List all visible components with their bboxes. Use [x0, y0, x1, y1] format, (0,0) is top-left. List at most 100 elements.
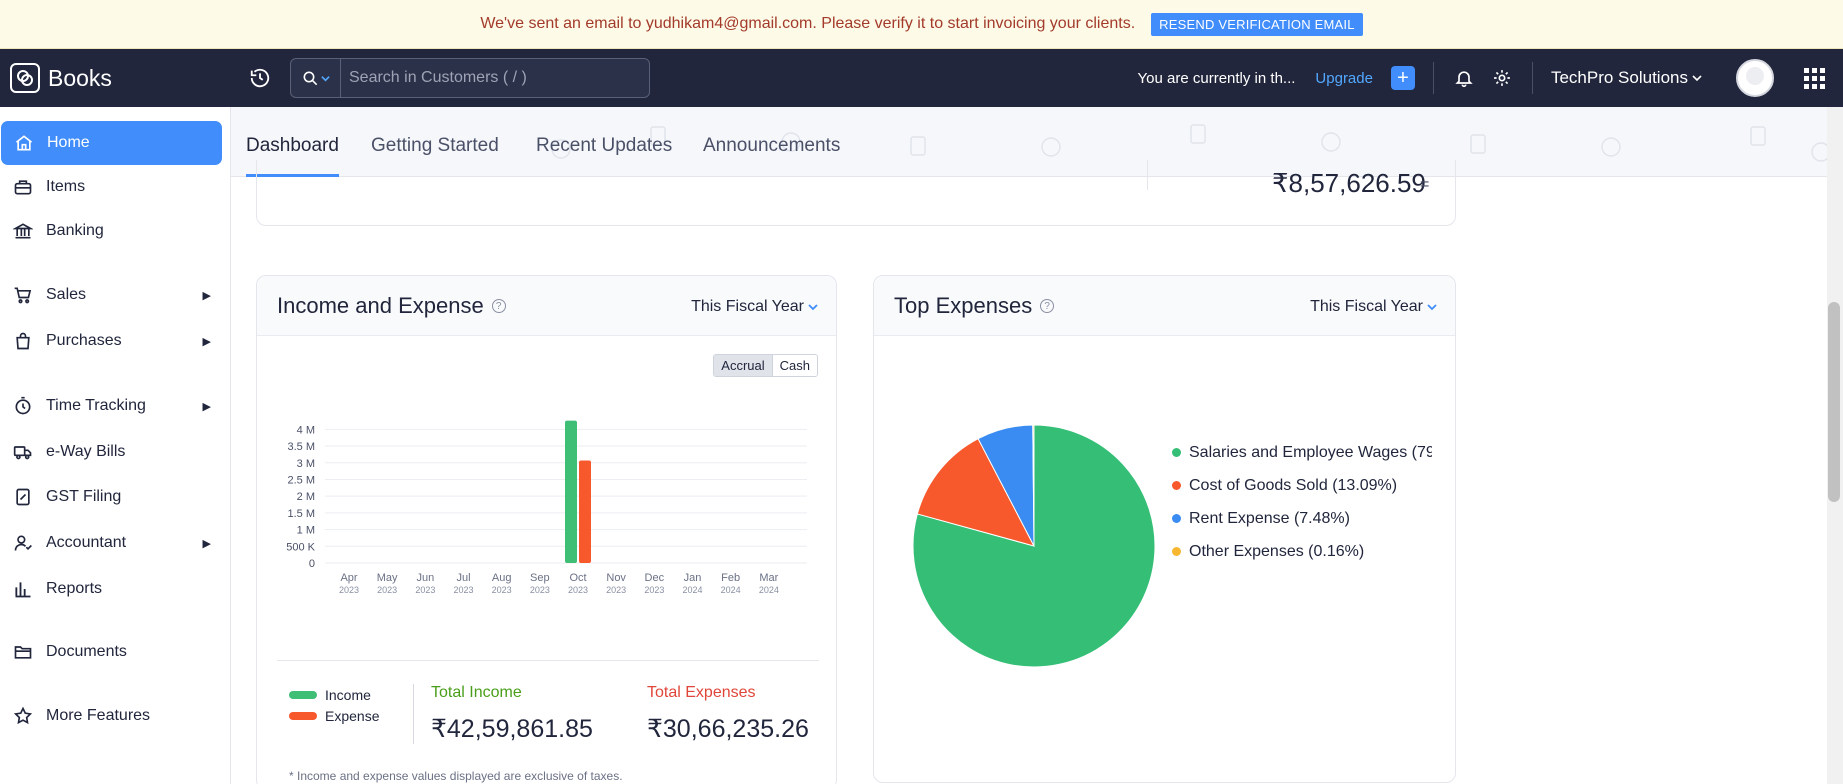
total-income: Total Income ₹42,59,861.85 [431, 684, 593, 744]
banner-message: We've sent an email to yudhikam4@gmail.c… [480, 15, 1136, 32]
truck-icon [12, 441, 34, 463]
legend-dot [1172, 547, 1181, 556]
sidebar-item-purchases[interactable]: Purchases ▶ [0, 319, 221, 363]
search-icon [303, 71, 317, 86]
divider [413, 684, 414, 744]
x-tick-month: Oct [569, 572, 586, 584]
chart-legend: Income Expense [289, 684, 379, 726]
pie-legend-item[interactable]: Other Expenses (0.16%) [1172, 535, 1432, 568]
expand-arrow-icon: ▶ [202, 537, 211, 550]
top-expenses-card: Top Expenses ? This Fiscal Year Salaries… [873, 275, 1456, 783]
tab-announcements[interactable]: Announcements [703, 135, 840, 157]
period-label: This Fiscal Year [1310, 298, 1423, 315]
help-icon[interactable]: ? [1040, 299, 1055, 313]
legend-label: Income [325, 686, 371, 703]
x-tick-month: Feb [721, 572, 740, 584]
legend-dot [1172, 448, 1181, 457]
search-box [290, 58, 650, 98]
divider [1531, 62, 1533, 94]
pie-legend-item[interactable]: Cost of Goods Sold (13.09%) [1172, 469, 1432, 502]
sidebar-item-eway-bills[interactable]: e-Way Bills [0, 430, 221, 474]
divider [1432, 62, 1434, 94]
x-tick-month: Aug [492, 572, 512, 584]
settings-gear-icon[interactable] [1490, 66, 1514, 90]
bar-expense [579, 460, 591, 563]
y-tick-label: 4 M [297, 424, 315, 436]
legend-dot [1172, 514, 1181, 523]
total-income-label: Total Income [431, 684, 522, 701]
chevron-down-icon [320, 75, 330, 81]
accrual-toggle[interactable]: Accrual [714, 355, 772, 376]
y-tick-label: 3.5 M [287, 441, 315, 453]
divider [1147, 160, 1148, 190]
sidebar-item-banking[interactable]: Banking [0, 209, 221, 253]
divider [277, 660, 819, 661]
help-icon[interactable]: ? [491, 299, 506, 313]
bank-icon [12, 220, 34, 242]
sidebar-item-label: Accountant [46, 534, 127, 551]
basis-toggle: Accrual Cash [713, 354, 818, 377]
x-tick-month: Apr [340, 572, 357, 584]
organization-switcher[interactable]: TechPro Solutions [1551, 68, 1702, 88]
notifications-bell-icon[interactable] [1452, 66, 1476, 90]
sidebar-item-label: Sales [46, 286, 87, 303]
income-expense-title: Income and Expense [277, 293, 484, 318]
sidebar-item-items[interactable]: Items [0, 165, 221, 209]
cash-toggle[interactable]: Cash [771, 355, 817, 376]
sidebar-item-label: Items [46, 178, 86, 195]
chevron-down-icon [1692, 75, 1702, 82]
pie-legend-item[interactable]: Salaries and Employee Wages (79 [1172, 436, 1432, 469]
tax-footnote: * Income and expense values displayed ar… [289, 769, 623, 783]
chevron-down-icon [808, 304, 818, 311]
sidebar-item-gst-filing[interactable]: GST Filing [0, 475, 221, 519]
sidebar-item-label: Time Tracking [46, 397, 146, 414]
x-tick-year: 2024 [721, 585, 741, 595]
search-scope-dropdown[interactable] [291, 59, 341, 97]
bar-income [565, 420, 577, 563]
x-tick-year: 2023 [377, 585, 397, 595]
sidebar-item-sales[interactable]: Sales ▶ [0, 273, 221, 317]
sidebar-item-more-features[interactable]: More Features [0, 694, 221, 738]
y-tick-label: 3 M [297, 458, 315, 470]
legend-expense: Expense [289, 705, 379, 726]
recent-history-icon[interactable] [249, 67, 271, 89]
x-tick-year: 2023 [568, 585, 588, 595]
user-avatar[interactable] [1736, 59, 1774, 97]
books-logo-icon [10, 63, 40, 93]
home-icon [13, 132, 35, 154]
resend-verification-button[interactable]: RESEND VERIFICATION EMAIL [1151, 12, 1363, 36]
x-tick-year: 2023 [530, 585, 550, 595]
legend-label: Expense [325, 707, 380, 724]
reports-icon [12, 578, 34, 600]
x-tick-year: 2023 [415, 585, 435, 595]
search-input[interactable] [341, 69, 649, 87]
x-tick-month: Dec [645, 572, 665, 584]
gst-icon [12, 486, 34, 508]
y-tick-label: 1.5 M [287, 508, 315, 520]
sidebar-item-accountant[interactable]: Accountant ▶ [0, 521, 221, 565]
legend-income: Income [289, 684, 379, 705]
tab-getting-started[interactable]: Getting Started [371, 135, 499, 157]
pie-legend-item[interactable]: Rent Expense (7.48%) [1172, 502, 1432, 535]
card-title: Income and Expense ? [277, 293, 506, 319]
quick-create-button[interactable]: + [1390, 66, 1415, 90]
brand[interactable]: Books [0, 63, 231, 93]
x-tick-month: Mar [759, 572, 778, 584]
period-dropdown[interactable]: This Fiscal Year [1310, 298, 1437, 316]
sidebar-item-documents[interactable]: Documents [0, 630, 221, 674]
sidebar-item-reports[interactable]: Reports [0, 567, 221, 611]
sidebar-item-home[interactable]: Home [1, 121, 222, 165]
sidebar-item-label: Purchases [46, 332, 122, 349]
total-expenses-value: ₹30,66,235.26 [647, 715, 809, 743]
scrollbar-thumb[interactable] [1828, 302, 1840, 502]
upgrade-link[interactable]: Upgrade [1315, 70, 1373, 87]
app-grid-icon[interactable] [1804, 67, 1825, 89]
legend-swatch [289, 690, 317, 699]
period-dropdown[interactable]: This Fiscal Year [691, 298, 818, 316]
x-tick-year: 2023 [644, 585, 664, 595]
tab-dashboard[interactable]: Dashboard [246, 135, 339, 157]
income-expense-bar-chart: 0500 K1 M1.5 M2 M2.5 M3 M3.5 M4 MApr2023… [286, 420, 807, 595]
tab-recent-updates[interactable]: Recent Updates [536, 135, 672, 157]
card-header: Top Expenses ? This Fiscal Year [874, 276, 1455, 336]
sidebar-item-time-tracking[interactable]: Time Tracking ▶ [0, 384, 221, 428]
